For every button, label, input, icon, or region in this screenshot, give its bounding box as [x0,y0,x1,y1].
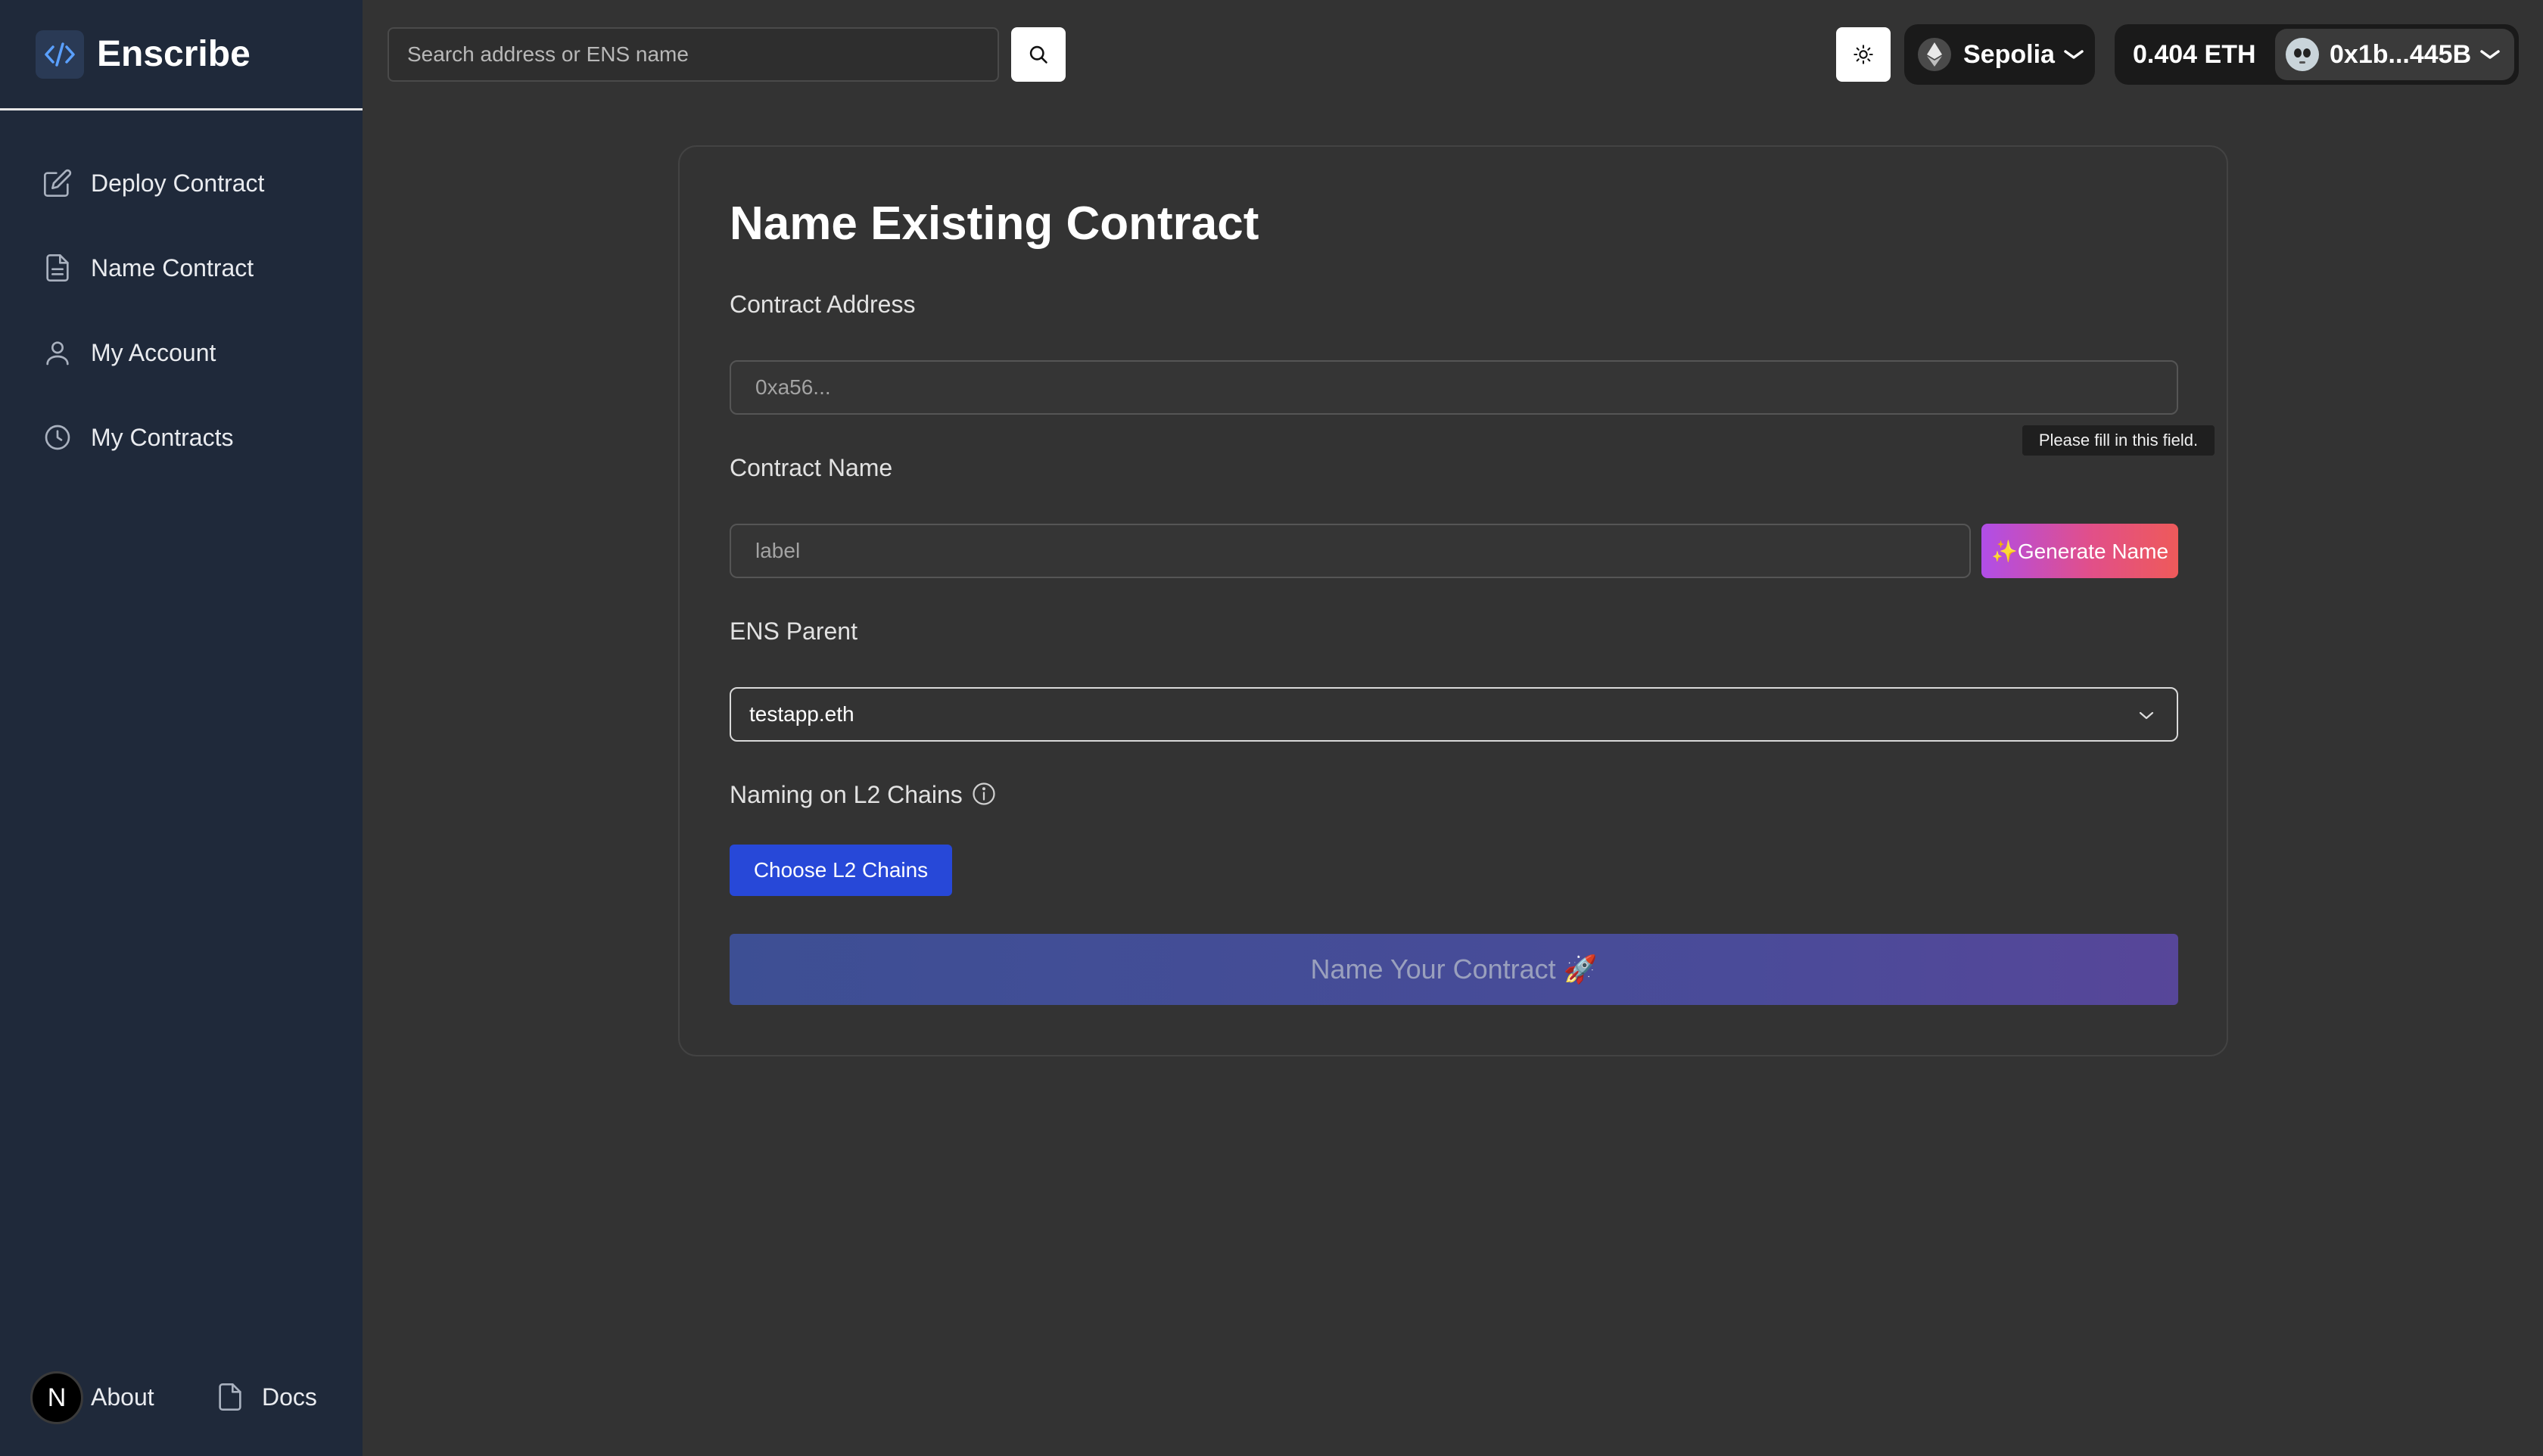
about-badge-icon: N [30,1371,83,1424]
brand-name: Enscribe [97,34,251,74]
ens-parent-value: testapp.eth [749,702,854,726]
wallet-panel: 0.404 ETH 0x1b...445B [2115,24,2519,85]
ens-parent-select[interactable]: testapp.eth [730,687,2178,742]
sidebar-item-label: Name Contract [91,254,254,282]
network-selector[interactable]: Sepolia [1904,24,2095,85]
docs-label: Docs [262,1383,317,1411]
choose-l2-chains-button[interactable]: Choose L2 Chains [730,845,952,896]
about-link[interactable]: N About [30,1368,159,1429]
chevron-down-icon [2137,708,2155,727]
clock-icon [42,422,73,453]
sidebar-item-deploy-contract[interactable]: Deploy Contract [30,153,333,213]
ens-parent-label: ENS Parent [730,618,858,645]
pencil-square-icon [42,168,73,198]
theme-toggle-button[interactable] [1836,27,1891,82]
document-icon [42,253,73,283]
search-input[interactable] [388,27,999,82]
docs-link[interactable]: Docs [215,1368,336,1429]
validation-tooltip: Please fill in this field. [2022,425,2215,456]
sidebar-item-label: My Account [91,339,216,366]
account-address: 0x1b...445B [2330,40,2472,69]
contract-name-label: Contract Name [730,454,893,481]
name-your-contract-button[interactable]: Name Your Contract 🚀 [730,934,2178,1005]
sidebar-item-my-account[interactable]: My Account [30,322,333,383]
sidebar-item-label: My Contracts [91,424,234,451]
sidebar-item-name-contract[interactable]: Name Contract [30,238,333,298]
account-button[interactable]: 0x1b...445B [2275,29,2514,80]
generate-name-button[interactable]: ✨Generate Name [1981,524,2178,578]
name-contract-card: Name Existing Contract Contract Address … [678,145,2228,1056]
about-label: About [91,1383,154,1411]
brand-header[interactable]: Enscribe [0,0,363,110]
user-icon [42,338,73,368]
contract-address-label: Contract Address [730,291,916,318]
eth-balance: 0.404 ETH [2133,40,2256,69]
sidebar-item-my-contracts[interactable]: My Contracts [30,407,333,468]
sidebar: Enscribe Deploy Contract Name Contract M… [0,0,363,1456]
sidebar-item-label: Deploy Contract [91,170,265,197]
avatar [2286,38,2319,71]
code-icon [36,30,84,79]
chevron-down-icon [2063,45,2084,67]
page-title: Name Existing Contract [730,198,1259,250]
document-icon [215,1382,245,1416]
network-label: Sepolia [1963,40,2055,69]
info-icon[interactable] [970,780,998,811]
contract-address-input[interactable] [730,360,2178,415]
search-button[interactable] [1011,27,1066,82]
l2-chains-label: Naming on L2 Chains [730,781,963,808]
contract-name-input[interactable] [730,524,1971,578]
ethereum-icon [1918,38,1951,71]
chevron-down-icon [2479,45,2501,67]
